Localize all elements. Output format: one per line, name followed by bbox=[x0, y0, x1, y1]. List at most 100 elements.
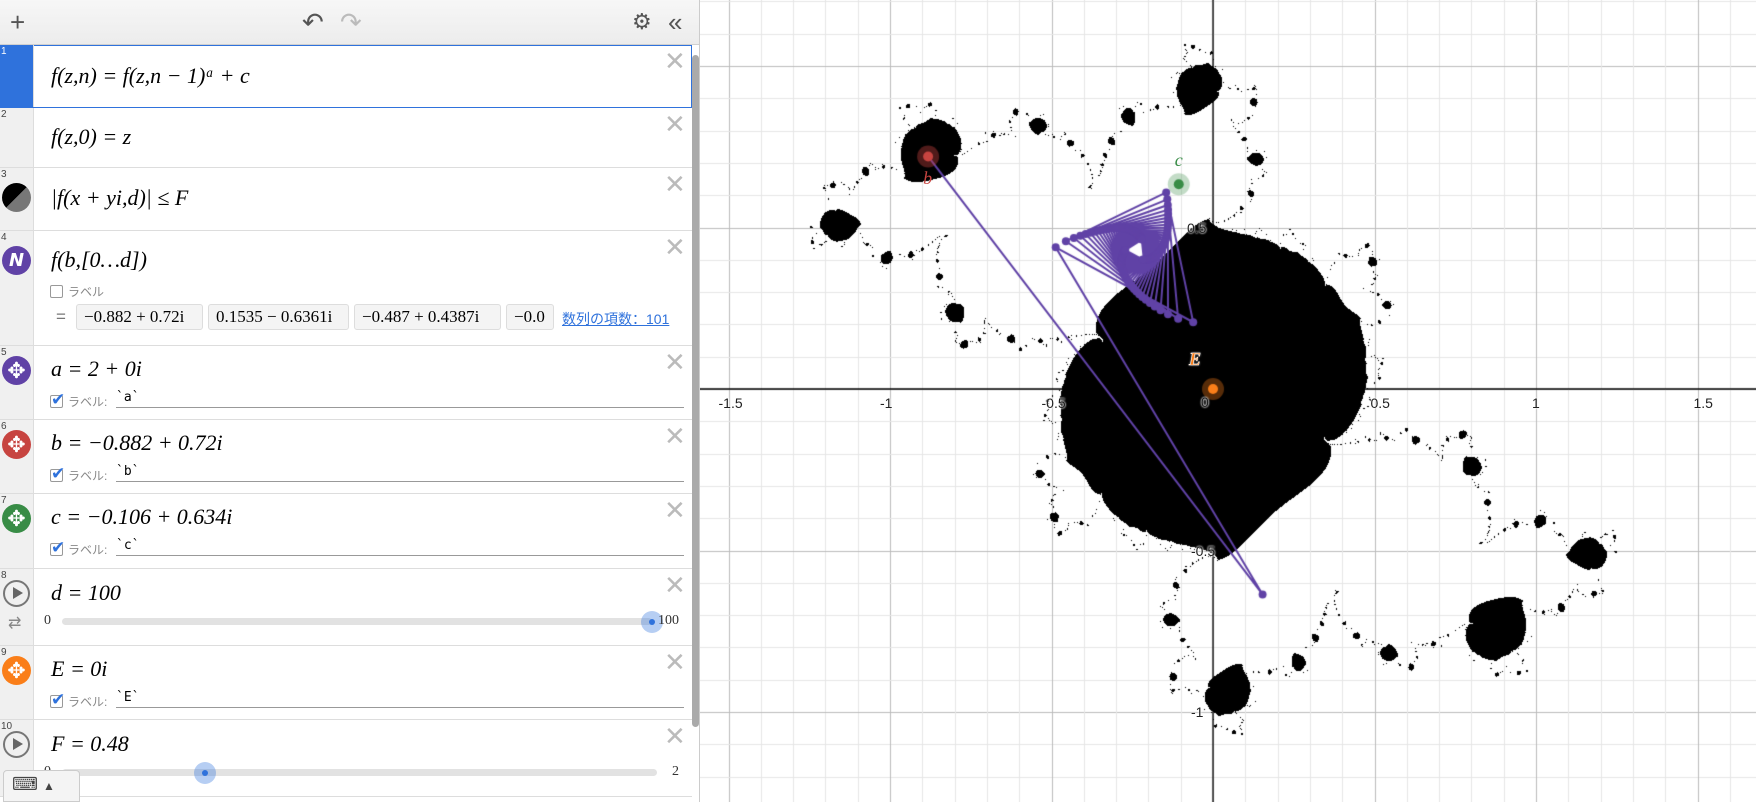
redo-button[interactable]: ↷ bbox=[340, 8, 362, 36]
slider-track-F[interactable] bbox=[62, 769, 657, 776]
label-text: ラベル: bbox=[68, 695, 108, 709]
graph-canvas[interactable]: -1.5 -1 -0.5 0.5 1 1.5 0.5 -0.5 -1 0 b c E bbox=[700, 0, 1756, 802]
slider-min[interactable]: 0 bbox=[44, 613, 51, 629]
row-gutter: 4 N bbox=[0, 231, 34, 345]
list-value-chip: 0.1535 − 0.6361i bbox=[208, 304, 349, 330]
expression-row-6[interactable]: 6 ✥ b = −0.882 + 0.72i ✕ ラベル: `b` bbox=[0, 420, 692, 494]
expression-math[interactable]: a = 2 + 0i bbox=[51, 356, 142, 382]
points-list-icon[interactable]: N bbox=[2, 246, 31, 275]
collapse-panel-button[interactable]: « bbox=[668, 8, 682, 36]
expression-math[interactable]: c = −0.106 + 0.634i bbox=[51, 504, 232, 530]
move-point-icon[interactable]: ✥ bbox=[2, 504, 31, 533]
list-length-link[interactable]: 数列の項数：101 bbox=[562, 309, 670, 329]
expression-math[interactable]: b = −0.882 + 0.72i bbox=[51, 430, 223, 456]
point-label-b: b bbox=[923, 168, 933, 189]
add-item-button[interactable]: + bbox=[10, 8, 25, 36]
graph-plot[interactable] bbox=[700, 0, 1756, 802]
label-text: ラベル: bbox=[68, 395, 108, 409]
list-value-chip: −0.487 + 0.4387i bbox=[354, 304, 501, 330]
row-gutter: 6 ✥ bbox=[0, 420, 34, 493]
axis-tick-label: 0.5 bbox=[1187, 219, 1207, 236]
list-value-chip: −0.0 bbox=[506, 304, 554, 330]
label-input[interactable]: `b` bbox=[116, 464, 684, 482]
label-checkbox[interactable] bbox=[50, 538, 65, 558]
scrollbar[interactable] bbox=[692, 55, 699, 727]
play-icon[interactable] bbox=[3, 580, 30, 607]
list-value-chip: −0.882 + 0.72i bbox=[76, 304, 203, 330]
equals-sign: = bbox=[56, 307, 66, 326]
row-gutter: 5 ✥ bbox=[0, 346, 34, 419]
row-number: 2 bbox=[1, 109, 7, 120]
axis-tick-label: 1 bbox=[1532, 395, 1540, 411]
row-gutter: 8 ⇄ bbox=[0, 569, 34, 645]
label-toggle[interactable]: ラベル: bbox=[50, 690, 108, 710]
label-checkbox[interactable] bbox=[50, 690, 65, 710]
row-gutter: 2 bbox=[0, 108, 34, 167]
label-toggle[interactable]: ラベル: bbox=[50, 538, 107, 558]
keyboard-toggle-button[interactable]: ⌨ ▲ bbox=[3, 770, 80, 802]
delete-icon[interactable]: ✕ bbox=[664, 573, 686, 599]
expression-panel: + ↶ ↷ ⚙ « 1 f(z,n) = f(z,n − 1)ᵃ + c ✕ 2… bbox=[0, 0, 700, 802]
label-toggle[interactable]: ラベル bbox=[50, 283, 104, 300]
expression-row-7[interactable]: 7 ✥ c = −0.106 + 0.634i ✕ ラベル: `c` bbox=[0, 494, 692, 569]
expression-row-1[interactable]: 1 f(z,n) = f(z,n − 1)ᵃ + c ✕ bbox=[0, 45, 692, 108]
axis-tick-label: -0.5 bbox=[1041, 395, 1066, 411]
label-checkbox[interactable] bbox=[50, 390, 65, 410]
label-checkbox[interactable] bbox=[50, 285, 63, 298]
delete-icon[interactable]: ✕ bbox=[664, 172, 686, 198]
row-number: 8 bbox=[1, 570, 7, 581]
label-input[interactable]: `E` bbox=[116, 690, 684, 708]
axis-tick-label: -0.5 bbox=[1191, 542, 1216, 559]
inequality-shading-icon[interactable] bbox=[2, 183, 31, 212]
settings-gear-icon[interactable]: ⚙ bbox=[632, 8, 652, 36]
expression-math[interactable]: E = 0i bbox=[51, 656, 107, 682]
undo-button[interactable]: ↶ bbox=[302, 8, 324, 36]
slider-thumb-F[interactable] bbox=[193, 762, 216, 784]
delete-icon[interactable]: ✕ bbox=[664, 724, 686, 750]
label-toggle[interactable]: ラベル: bbox=[50, 390, 108, 410]
point-label-c: c bbox=[1174, 150, 1183, 171]
delete-icon[interactable]: ✕ bbox=[664, 424, 686, 450]
expression-math[interactable]: f(z,n) = f(z,n − 1)ᵃ + c bbox=[51, 63, 250, 89]
expression-math[interactable]: F = 0.48 bbox=[51, 731, 129, 757]
expression-math[interactable]: f(b,[0…d]) bbox=[51, 247, 147, 273]
slider-max[interactable]: 2 bbox=[672, 764, 679, 780]
row-gutter: 9 ✥ bbox=[0, 646, 34, 719]
label-checkbox[interactable] bbox=[50, 464, 65, 484]
point-label-E: E bbox=[1189, 349, 1202, 370]
label-toggle[interactable]: ラベル: bbox=[50, 464, 107, 484]
axis-tick-label: 1.5 bbox=[1693, 395, 1713, 411]
slider-track-d[interactable] bbox=[62, 618, 652, 625]
expression-row-3[interactable]: 3 |f(x + yi,d)| ≤ F ✕ bbox=[0, 168, 692, 231]
delete-icon[interactable]: ✕ bbox=[664, 498, 686, 524]
delete-icon[interactable]: ✕ bbox=[664, 235, 686, 261]
delete-icon[interactable]: ✕ bbox=[664, 650, 686, 676]
expression-row-8[interactable]: 8 ⇄ d = 100 ✕ 0 100 bbox=[0, 569, 692, 646]
expression-row-4[interactable]: 4 N f(b,[0…d]) ✕ ラベル = −0.882 + 0.72i 0.… bbox=[0, 231, 692, 346]
expression-row-5[interactable]: 5 ✥ a = 2 + 0i ✕ ラベル: `a` bbox=[0, 346, 692, 420]
row-number: 10 bbox=[1, 721, 13, 732]
expression-math[interactable]: f(z,0) = z bbox=[51, 124, 131, 150]
axis-tick-label: 0.5 bbox=[1370, 395, 1390, 411]
label-input[interactable]: `c` bbox=[116, 538, 684, 556]
caret-up-icon: ▲ bbox=[43, 779, 55, 793]
move-point-icon[interactable]: ✥ bbox=[2, 430, 31, 459]
label-input[interactable]: `a` bbox=[116, 390, 684, 408]
row-gutter: 7 ✥ bbox=[0, 494, 34, 568]
row-number: 1 bbox=[1, 46, 7, 57]
expression-math[interactable]: |f(x + yi,d)| ≤ F bbox=[51, 185, 188, 211]
label-text: ラベル bbox=[68, 285, 105, 299]
delete-icon[interactable]: ✕ bbox=[664, 112, 686, 138]
play-icon[interactable] bbox=[3, 731, 30, 758]
expression-row-2[interactable]: 2 f(z,0) = z ✕ bbox=[0, 108, 692, 168]
expression-row-10[interactable]: 10 F = 0.48 ✕ 0 2 bbox=[0, 720, 692, 797]
move-point-icon[interactable]: ✥ bbox=[2, 656, 31, 685]
move-point-icon[interactable]: ✥ bbox=[2, 356, 31, 385]
expression-math[interactable]: d = 100 bbox=[51, 580, 121, 606]
expression-row-9[interactable]: 9 ✥ E = 0i ✕ ラベル: `E` bbox=[0, 646, 692, 720]
row-gutter: 3 bbox=[0, 168, 34, 230]
loop-icon[interactable]: ⇄ bbox=[8, 613, 21, 633]
delete-icon[interactable]: ✕ bbox=[664, 350, 686, 376]
slider-max[interactable]: 100 bbox=[658, 613, 679, 629]
delete-icon[interactable]: ✕ bbox=[664, 49, 686, 75]
